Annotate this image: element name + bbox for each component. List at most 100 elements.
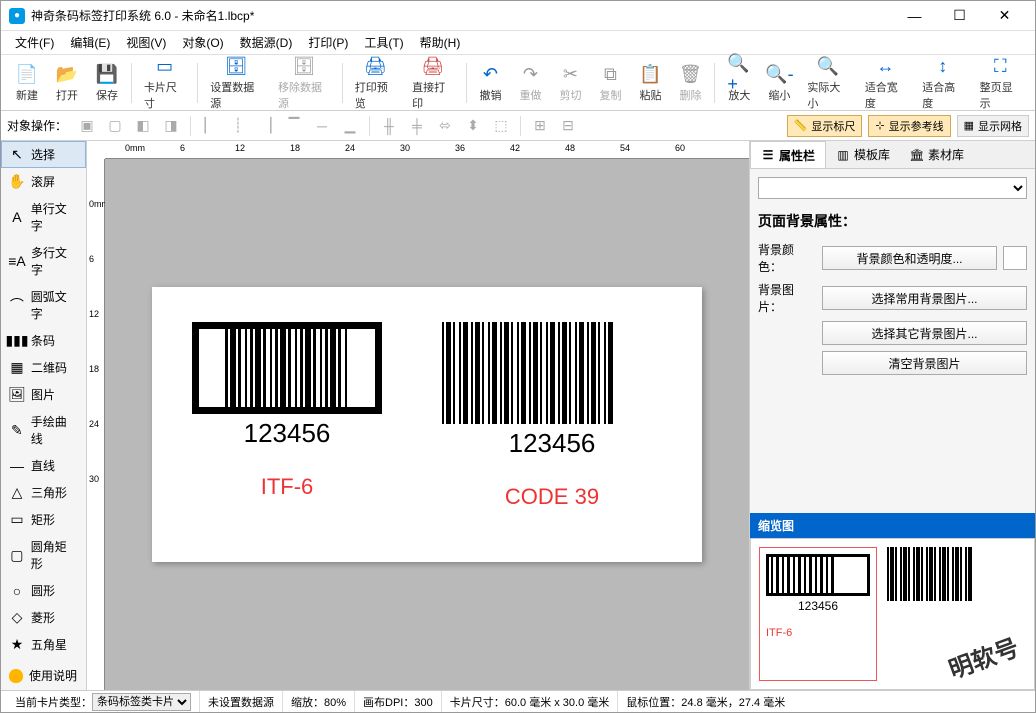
delete-button[interactable]: 🗑删除 bbox=[670, 60, 710, 105]
tool-line[interactable]: —直线 bbox=[1, 452, 86, 479]
print-button[interactable]: 🖨直接打印 bbox=[404, 52, 461, 113]
status-zoom: 缩放：80% bbox=[283, 691, 355, 712]
object-toolbar: 对象操作： ▣ ▢ ◧ ◨ ▏ ┊ ▕ ▔ ─ ▁ ╫ ╪ ⬄ ⬍ ⬚ ⊞ ⊟ … bbox=[1, 111, 1035, 141]
tab-resources[interactable]: 🏛素材库 bbox=[900, 141, 974, 168]
align-top-icon[interactable]: ▔ bbox=[282, 115, 306, 137]
tool-star[interactable]: ★五角星 bbox=[1, 631, 86, 658]
tool-roundrect[interactable]: ▢圆角矩形 bbox=[1, 533, 86, 577]
barcode-code39[interactable]: 123456 CODE 39 bbox=[442, 322, 662, 510]
toggle-grid[interactable]: ▦显示网格 bbox=[957, 115, 1029, 137]
fitpage-button[interactable]: ⛶整页显示 bbox=[972, 52, 1029, 113]
align-left-icon[interactable]: ▏ bbox=[198, 115, 222, 137]
menu-item[interactable]: 对象(O) bbox=[174, 31, 231, 54]
zoomout-button[interactable]: 🔍-缩小 bbox=[759, 60, 799, 105]
menu-item[interactable]: 数据源(D) bbox=[232, 31, 301, 54]
new-button[interactable]: 📄新建 bbox=[7, 60, 47, 105]
fith-button[interactable]: ↕适合高度 bbox=[914, 52, 971, 113]
preview-text: 123456 bbox=[766, 599, 870, 613]
guides-icon: ⊹ bbox=[875, 119, 884, 132]
panel-tabs: ☰属性栏 ▥模板库 🏛素材库 bbox=[750, 141, 1035, 169]
cut-button[interactable]: ✂剪切 bbox=[550, 60, 590, 105]
align-bottom-icon[interactable]: ▁ bbox=[338, 115, 362, 137]
barcode-icon: ▮▮▮ bbox=[9, 333, 25, 349]
tool-pan[interactable]: ✋滚屏 bbox=[1, 168, 86, 195]
same-width-icon[interactable]: ⬄ bbox=[433, 115, 457, 137]
star-icon: ★ bbox=[9, 637, 25, 653]
actual-button[interactable]: 🔍实际大小 bbox=[799, 52, 856, 113]
label-page[interactable]: 123456 ITF-6 123456 CODE 39 bbox=[152, 287, 702, 562]
tab-properties[interactable]: ☰属性栏 bbox=[750, 141, 826, 168]
align-middle-icon[interactable]: ─ bbox=[310, 115, 334, 137]
grid-icon: ▦ bbox=[964, 119, 974, 132]
align-right-icon[interactable]: ▕ bbox=[254, 115, 278, 137]
removeds-button[interactable]: 🗄移除数据源 bbox=[270, 52, 338, 113]
close-button[interactable]: ✕ bbox=[982, 1, 1027, 31]
menu-item[interactable]: 打印(P) bbox=[300, 31, 356, 54]
paste-button[interactable]: 📋粘贴 bbox=[630, 60, 670, 105]
layer-up-icon[interactable]: ◧ bbox=[131, 115, 155, 137]
tool-freehand[interactable]: ✎手绘曲线 bbox=[1, 408, 86, 452]
menu-item[interactable]: 工具(T) bbox=[356, 31, 411, 54]
tab-templates[interactable]: ▥模板库 bbox=[826, 141, 900, 168]
zoomin-icon: 🔍+ bbox=[727, 62, 751, 86]
toggle-guides[interactable]: ⊹显示参考线 bbox=[868, 115, 950, 137]
ruler-icon: 📏 bbox=[794, 119, 808, 132]
tool-rect[interactable]: ▭矩形 bbox=[1, 506, 86, 533]
cardsize-button[interactable]: ▭卡片尺寸 bbox=[136, 52, 193, 113]
undo-button[interactable]: ↶撤销 bbox=[470, 60, 510, 105]
tool-arctext[interactable]: ⌒圆弧文字 bbox=[1, 283, 86, 327]
tool-qrcode[interactable]: ▦二维码 bbox=[1, 354, 86, 381]
same-height-icon[interactable]: ⬍ bbox=[461, 115, 485, 137]
bgimg-other-button[interactable]: 选择其它背景图片... bbox=[822, 321, 1027, 345]
tool-text[interactable]: A单行文字 bbox=[1, 195, 86, 239]
open-button[interactable]: 📂打开 bbox=[47, 60, 87, 105]
fitw-button[interactable]: ↔适合宽度 bbox=[857, 52, 914, 113]
tool-image[interactable]: 🖼图片 bbox=[1, 381, 86, 408]
preview-button[interactable]: 🖨打印预览 bbox=[347, 52, 404, 113]
tool-diamond[interactable]: ◇菱形 bbox=[1, 604, 86, 631]
menu-item[interactable]: 视图(V) bbox=[118, 31, 174, 54]
tool-mtext[interactable]: ≡A多行文字 bbox=[1, 239, 86, 283]
redo-button[interactable]: ↷重做 bbox=[510, 60, 550, 105]
tool-barcode[interactable]: ▮▮▮条码 bbox=[1, 327, 86, 354]
bring-front-icon[interactable]: ▣ bbox=[75, 115, 99, 137]
minimize-button[interactable]: — bbox=[892, 1, 937, 31]
canvas-wrap: 0mm6121824303642485460 0mm612182430 1234… bbox=[87, 141, 749, 690]
pan-icon: ✋ bbox=[9, 174, 25, 190]
preview-label: ITF-6 bbox=[766, 627, 870, 639]
layer-down-icon[interactable]: ◨ bbox=[159, 115, 183, 137]
triangle-icon: △ bbox=[9, 485, 25, 501]
object-selector[interactable] bbox=[758, 177, 1027, 199]
zoomin-button[interactable]: 🔍+放大 bbox=[719, 60, 759, 105]
bgcolor-button[interactable]: 背景颜色和透明度... bbox=[822, 246, 997, 270]
tool-ellipse[interactable]: ○圆形 bbox=[1, 577, 86, 604]
preview-icon: 🖨 bbox=[363, 54, 387, 78]
barcode-itf6[interactable]: 123456 ITF-6 bbox=[192, 322, 382, 500]
ungroup-icon[interactable]: ⊟ bbox=[556, 115, 580, 137]
tool-triangle[interactable]: △三角形 bbox=[1, 479, 86, 506]
maximize-button[interactable]: ☐ bbox=[937, 1, 982, 31]
tool-select[interactable]: ↖选择 bbox=[1, 141, 86, 168]
menu-item[interactable]: 编辑(E) bbox=[62, 31, 118, 54]
menu-item[interactable]: 文件(F) bbox=[7, 31, 62, 54]
diamond-icon: ◇ bbox=[9, 610, 25, 626]
bgimg-clear-button[interactable]: 清空背景图片 bbox=[822, 351, 1027, 375]
bgcolor-swatch[interactable] bbox=[1003, 246, 1027, 270]
barcode-itf6-text: 123456 bbox=[192, 418, 382, 449]
copy-button[interactable]: ⧉复制 bbox=[590, 60, 630, 105]
help-button[interactable]: 使用说明 bbox=[1, 661, 86, 690]
align-center-icon[interactable]: ┊ bbox=[226, 115, 250, 137]
setds-button[interactable]: 🗄设置数据源 bbox=[202, 52, 270, 113]
group-icon[interactable]: ⊞ bbox=[528, 115, 552, 137]
save-button[interactable]: 💾保存 bbox=[87, 60, 127, 105]
dist-v-icon[interactable]: ╪ bbox=[405, 115, 429, 137]
menu-item[interactable]: 帮助(H) bbox=[412, 31, 469, 54]
horizontal-ruler: 0mm6121824303642485460 bbox=[105, 141, 749, 159]
cardtype-select[interactable]: 条码标签类卡片 bbox=[92, 693, 191, 711]
toggle-ruler[interactable]: 📏显示标尺 bbox=[787, 115, 863, 137]
same-size-icon[interactable]: ⬚ bbox=[489, 115, 513, 137]
send-back-icon[interactable]: ▢ bbox=[103, 115, 127, 137]
bgimg-common-button[interactable]: 选择常用背景图片... bbox=[822, 286, 1027, 310]
canvas-area[interactable]: 123456 ITF-6 123456 CODE 39 bbox=[105, 159, 749, 690]
dist-h-icon[interactable]: ╫ bbox=[377, 115, 401, 137]
